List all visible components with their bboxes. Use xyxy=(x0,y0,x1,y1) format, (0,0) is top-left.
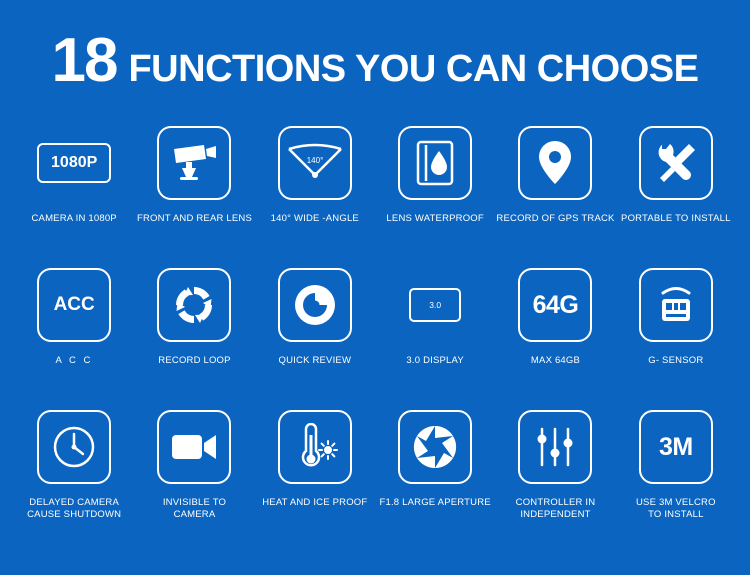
feature-portable-install: PORTABLE TO INSTALL xyxy=(616,126,736,268)
feature-caption: HEAT AND ICE PROOF xyxy=(262,497,368,508)
feature-icon-tile xyxy=(638,126,713,200)
sliders-icon xyxy=(533,425,577,469)
feature-icon-tile: 3M xyxy=(638,410,713,484)
loop-arrows-icon xyxy=(172,283,216,327)
feature-icon-tile xyxy=(277,410,352,484)
feature-velcro-3m: 3M USE 3M VELCRO TO INSTALL xyxy=(616,410,736,552)
feature-caption: 3.0 DISPLAY xyxy=(406,355,464,366)
feature-max-64gb: 64G MAX 64GB xyxy=(495,268,615,410)
g-sensor-icon xyxy=(653,283,699,327)
feature-icon-tile: 64G xyxy=(518,268,593,342)
feature-icon-tile xyxy=(157,410,232,484)
map-pin-icon xyxy=(535,139,575,187)
feature-icon-tile xyxy=(277,268,352,342)
feature-caption: LENS WATERPROOF xyxy=(386,213,484,224)
screen-icon: 3.0 xyxy=(409,288,462,322)
feature-heat-ice-proof: HEAT AND ICE PROOF xyxy=(255,410,375,552)
feature-icon-tile xyxy=(398,410,473,484)
feature-icon-tile: 1080P xyxy=(37,126,112,200)
feature-icon-tile xyxy=(37,410,112,484)
svg-text:140°: 140° xyxy=(307,156,324,165)
feature-wide-angle: 140° 140° WIDE -ANGLE xyxy=(255,126,375,268)
feature-icon-tile xyxy=(518,126,593,200)
feature-controller: CONTROLLER IN INDEPENDENT xyxy=(495,410,615,552)
feature-caption: F1.8 LARGE APERTURE xyxy=(379,497,491,508)
feature-caption: CONTROLLER IN INDEPENDENT xyxy=(515,497,596,520)
64g-text-icon: 64G xyxy=(532,290,579,319)
feature-caption: RECORD LOOP xyxy=(158,355,231,366)
feature-caption: CAMERA IN 1080P xyxy=(31,213,117,224)
feature-quick-review: QUICK REVIEW xyxy=(255,268,375,410)
feature-grid: 1080P CAMERA IN 1080P FRONT AND REAR LEN… xyxy=(14,126,736,552)
feature-caption: DELAYED CAMERA CAUSE SHUTDOWN xyxy=(27,497,122,520)
feature-lens-waterproof: LENS WATERPROOF xyxy=(375,126,495,268)
feature-caption: MAX 64GB xyxy=(530,355,581,366)
feature-icon-tile xyxy=(157,268,232,342)
feature-invisible-camera: INVISIBLE TO CAMERA xyxy=(134,410,254,552)
feature-caption: RECORD OF GPS TRACK xyxy=(496,213,615,224)
feature-gps-track: RECORD OF GPS TRACK xyxy=(495,126,615,268)
feature-icon-tile: ACC xyxy=(37,268,112,342)
play-circle-icon xyxy=(293,283,337,327)
feature-large-aperture: F1.8 LARGE APERTURE xyxy=(375,410,495,552)
feature-delayed-camera: DELAYED CAMERA CAUSE SHUTDOWN xyxy=(14,410,134,552)
wide-angle-icon: 140° xyxy=(286,143,344,183)
feature-icon-tile xyxy=(638,268,713,342)
feature-front-rear-lens: FRONT AND REAR LENS xyxy=(134,126,254,268)
feature-caption: INVISIBLE TO CAMERA xyxy=(162,497,227,520)
feature-icon-tile: 140° xyxy=(277,126,352,200)
feature-caption: PORTABLE TO INSTALL xyxy=(621,213,731,224)
acc-text-icon: ACC xyxy=(53,294,95,315)
wrench-screwdriver-icon xyxy=(653,140,699,186)
video-camera-icon xyxy=(170,431,218,463)
feature-caption: A C C xyxy=(55,355,93,366)
feature-caption: 140° WIDE -ANGLE xyxy=(270,213,359,224)
cctv-camera-icon xyxy=(170,143,218,183)
1080p-badge-icon: 1080P xyxy=(37,143,112,183)
feature-icon-tile xyxy=(157,126,232,200)
aperture-icon xyxy=(412,424,458,470)
title-number: 18 xyxy=(51,26,119,95)
feature-caption: USE 3M VELCRO TO INSTALL xyxy=(635,497,716,520)
feature-icon-tile xyxy=(518,410,593,484)
3m-text-icon: 3M xyxy=(658,432,693,461)
feature-caption: G- SENSOR xyxy=(648,355,704,366)
feature-g-sensor: G- SENSOR xyxy=(616,268,736,410)
clock-icon xyxy=(51,424,97,470)
page-title: 18 FUNCTIONS YOU CAN CHOOSE xyxy=(0,30,750,92)
feature-camera-1080p: 1080P CAMERA IN 1080P xyxy=(14,126,134,268)
feature-display-3-0: 3.0 3.0 DISPLAY xyxy=(375,268,495,410)
feature-icon-tile: 3.0 xyxy=(398,268,472,342)
feature-caption: FRONT AND REAR LENS xyxy=(136,213,252,224)
feature-caption: QUICK REVIEW xyxy=(278,355,352,366)
feature-acc: ACC A C C xyxy=(14,268,134,410)
thermometer-sun-icon xyxy=(292,423,338,471)
poster-root: 18 FUNCTIONS YOU CAN CHOOSE 1080P CAMERA… xyxy=(0,0,750,575)
waterdrop-icon xyxy=(413,139,457,187)
feature-record-loop: RECORD LOOP xyxy=(134,268,254,410)
title-text: FUNCTIONS YOU CAN CHOOSE xyxy=(128,48,699,90)
feature-icon-tile xyxy=(398,126,473,200)
